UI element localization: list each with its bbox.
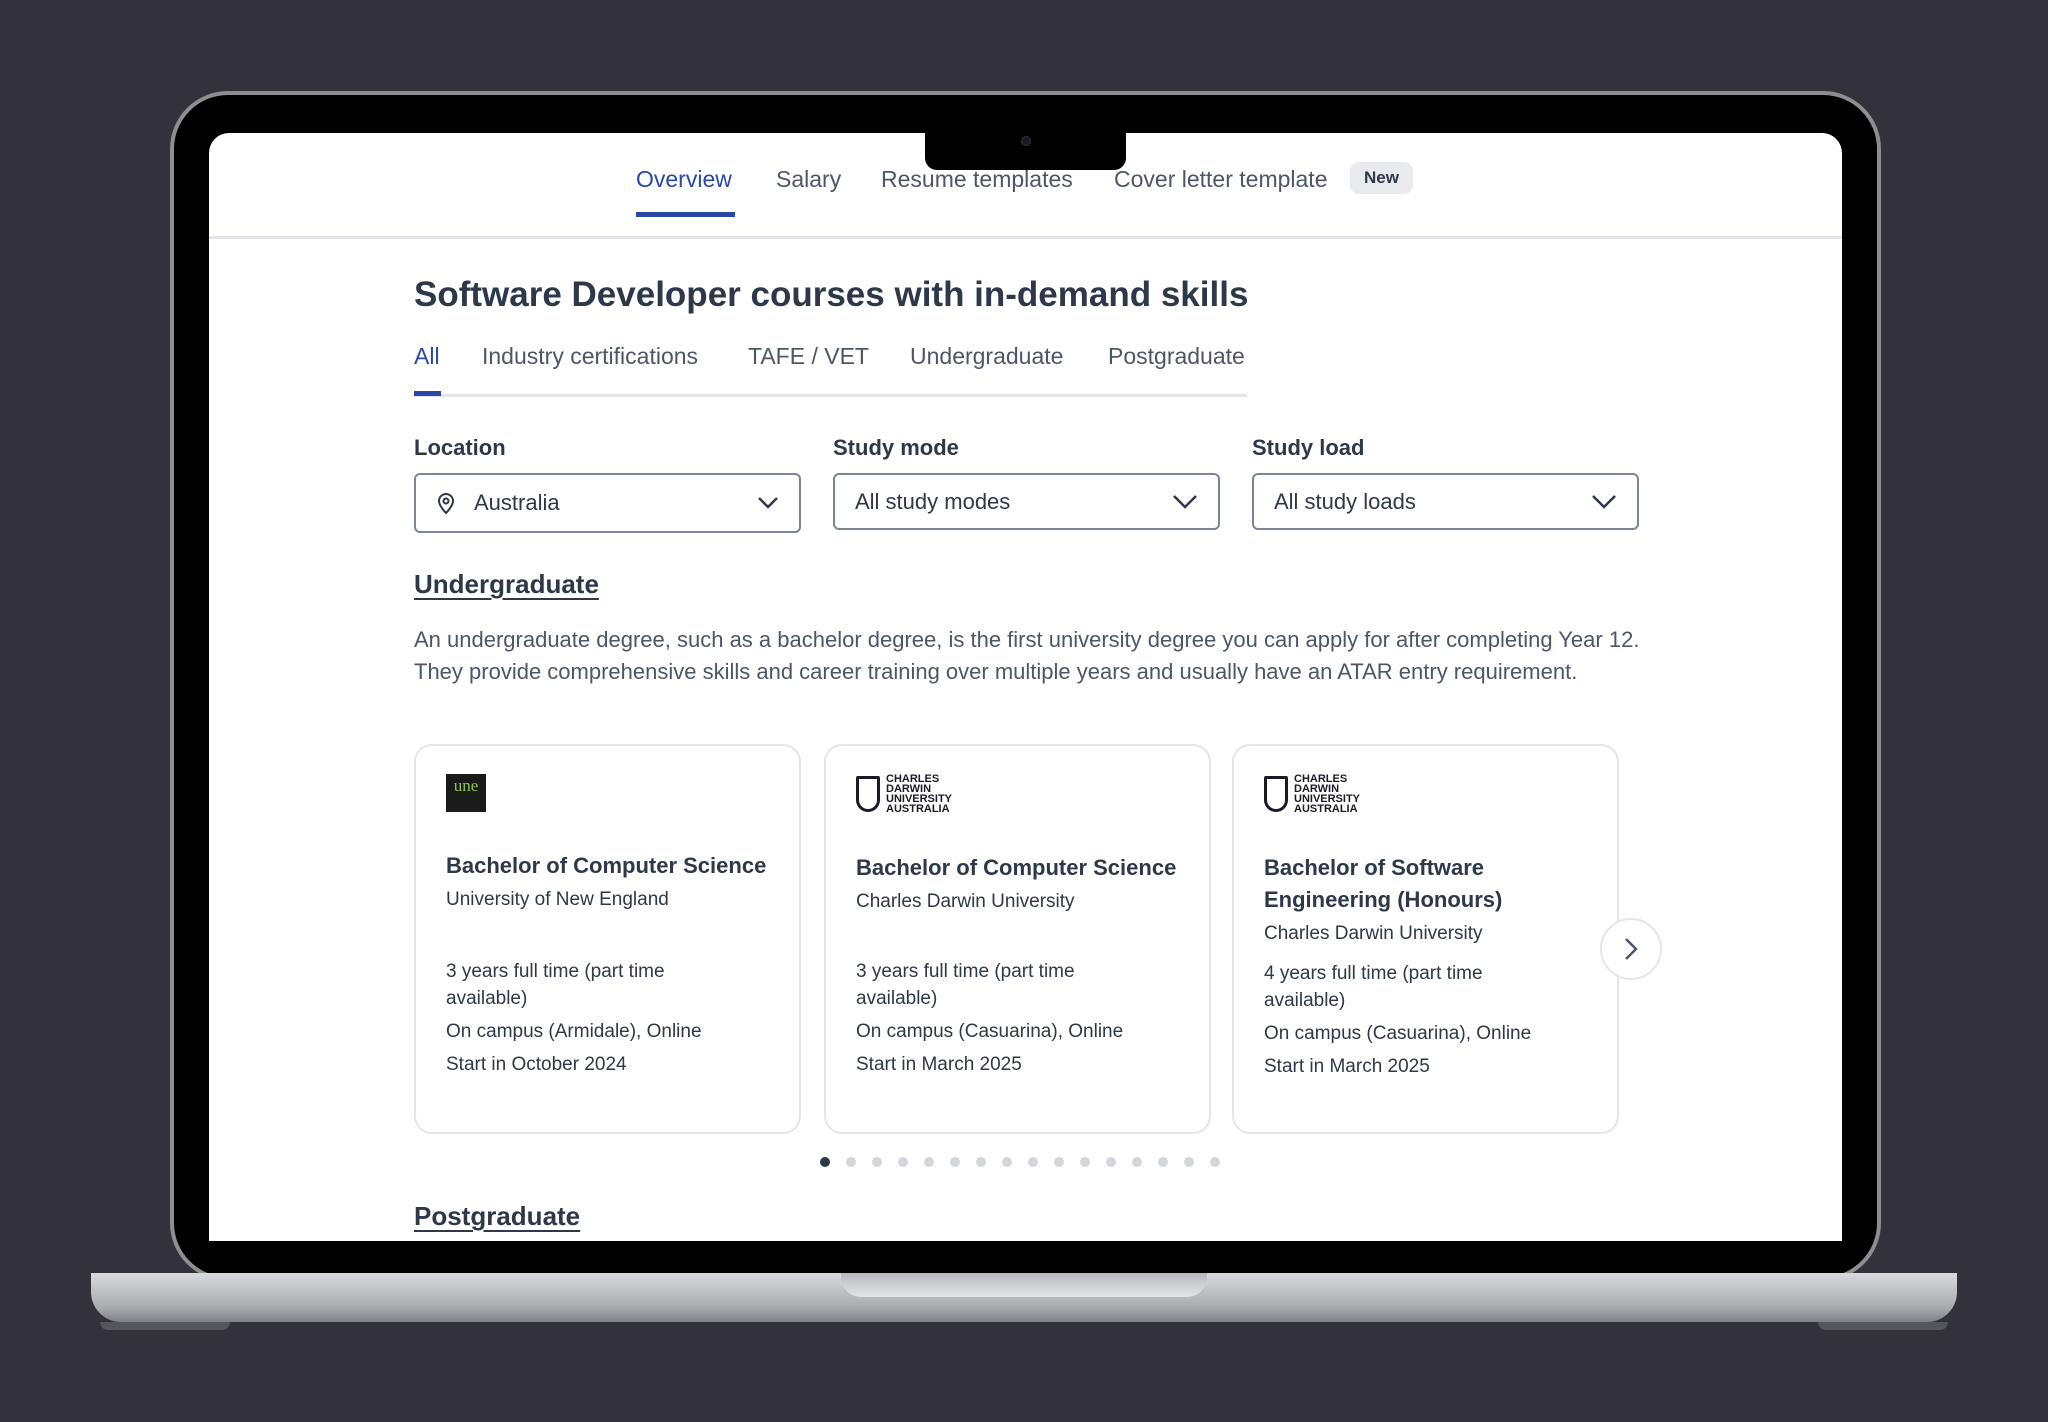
carousel-dot[interactable] bbox=[1106, 1157, 1116, 1167]
course-title: Bachelor of Software Engineering (Honour… bbox=[1264, 855, 1503, 912]
carousel-dot[interactable] bbox=[1210, 1157, 1220, 1167]
study-load-label: Study load bbox=[1252, 435, 1365, 460]
map-pin-icon bbox=[437, 493, 455, 515]
course-card[interactable]: CHARLES DARWIN UNIVERSITY AUSTRALIA Bach… bbox=[1232, 744, 1619, 1134]
subtabs: All Industry certifications TAFE / VET U… bbox=[414, 133, 1247, 397]
course-title: Bachelor of Computer Science bbox=[446, 853, 767, 878]
laptop-foot bbox=[100, 1322, 230, 1330]
cdu-logo: CHARLES DARWIN UNIVERSITY AUSTRALIA bbox=[856, 774, 1179, 815]
chevron-down-icon bbox=[758, 497, 778, 509]
carousel-dot[interactable] bbox=[1002, 1157, 1012, 1167]
course-duration: 3 years full time (part time available) bbox=[446, 961, 665, 1009]
subtab-undergraduate[interactable]: Undergraduate bbox=[910, 343, 1063, 370]
carousel-pagination bbox=[820, 1157, 1220, 1167]
course-card[interactable]: une Bachelor of Computer Science Univers… bbox=[414, 744, 801, 1134]
study-mode-label: Study mode bbox=[833, 435, 959, 460]
subtab-tafe-vet[interactable]: TAFE / VET bbox=[748, 343, 869, 370]
course-campus: On campus (Armidale), Online bbox=[446, 1021, 702, 1042]
chevron-down-icon bbox=[1592, 494, 1616, 509]
course-card[interactable]: CHARLES DARWIN UNIVERSITY AUSTRALIA Bach… bbox=[824, 744, 1211, 1134]
carousel-dot[interactable] bbox=[976, 1157, 986, 1167]
study-mode-value: All study modes bbox=[855, 488, 1011, 514]
postgraduate-heading[interactable]: Postgraduate bbox=[414, 1201, 580, 1232]
carousel-dot[interactable] bbox=[1080, 1157, 1090, 1167]
carousel-dot[interactable] bbox=[1132, 1157, 1142, 1167]
subtab-postgraduate[interactable]: Postgraduate bbox=[1108, 343, 1245, 370]
carousel-dot[interactable] bbox=[820, 1157, 830, 1167]
location-select[interactable]: Australia bbox=[414, 473, 801, 533]
undergraduate-description: An undergraduate degree, such as a bache… bbox=[414, 627, 1640, 684]
course-duration: 3 years full time (part time available) bbox=[856, 961, 1075, 1009]
location-label: Location bbox=[414, 435, 506, 460]
subtab-industry-certifications[interactable]: Industry certifications bbox=[482, 343, 698, 370]
carousel-dot[interactable] bbox=[1184, 1157, 1194, 1167]
carousel-dot[interactable] bbox=[846, 1157, 856, 1167]
carousel-dot[interactable] bbox=[1028, 1157, 1038, 1167]
course-start: Start in October 2024 bbox=[446, 1054, 627, 1075]
study-load-select[interactable]: All study loads bbox=[1252, 473, 1639, 530]
new-badge: New bbox=[1350, 162, 1413, 194]
une-logo: une bbox=[446, 774, 486, 812]
course-start: Start in March 2025 bbox=[856, 1054, 1022, 1075]
laptop-base bbox=[91, 1273, 1957, 1322]
chevron-down-icon bbox=[1173, 494, 1197, 509]
carousel-next-button[interactable] bbox=[1600, 918, 1662, 980]
course-duration: 4 years full time (part time available) bbox=[1264, 963, 1483, 1011]
laptop-foot bbox=[1818, 1322, 1948, 1330]
shield-icon bbox=[856, 776, 880, 812]
carousel-dot[interactable] bbox=[898, 1157, 908, 1167]
university-name: University of New England bbox=[446, 889, 669, 910]
active-subtab-indicator bbox=[414, 391, 441, 396]
subtab-all[interactable]: All bbox=[414, 343, 440, 370]
camera-icon bbox=[1021, 136, 1031, 146]
course-campus: On campus (Casuarina), Online bbox=[856, 1021, 1124, 1042]
chevron-right-icon bbox=[1625, 938, 1638, 960]
carousel-dot[interactable] bbox=[950, 1157, 960, 1167]
cdu-logo: CHARLES DARWIN UNIVERSITY AUSTRALIA bbox=[1264, 774, 1587, 815]
carousel-dot[interactable] bbox=[872, 1157, 882, 1167]
carousel-dot[interactable] bbox=[924, 1157, 934, 1167]
course-campus: On campus (Casuarina), Online bbox=[1264, 1023, 1532, 1044]
study-load-value: All study loads bbox=[1274, 488, 1416, 514]
camera-notch bbox=[925, 128, 1126, 170]
carousel-dot[interactable] bbox=[1158, 1157, 1168, 1167]
course-start: Start in March 2025 bbox=[1264, 1056, 1430, 1077]
study-mode-select[interactable]: All study modes bbox=[833, 473, 1220, 530]
location-value: Australia bbox=[474, 490, 560, 515]
undergraduate-heading[interactable]: Undergraduate bbox=[414, 569, 599, 600]
course-title: Bachelor of Computer Science bbox=[856, 855, 1177, 880]
shield-icon bbox=[1264, 776, 1288, 812]
university-name: Charles Darwin University bbox=[856, 891, 1075, 912]
university-name: Charles Darwin University bbox=[1264, 923, 1483, 944]
carousel-dot[interactable] bbox=[1054, 1157, 1064, 1167]
browser-screen: Overview Salary Resume templates Cover l… bbox=[209, 133, 1842, 1241]
